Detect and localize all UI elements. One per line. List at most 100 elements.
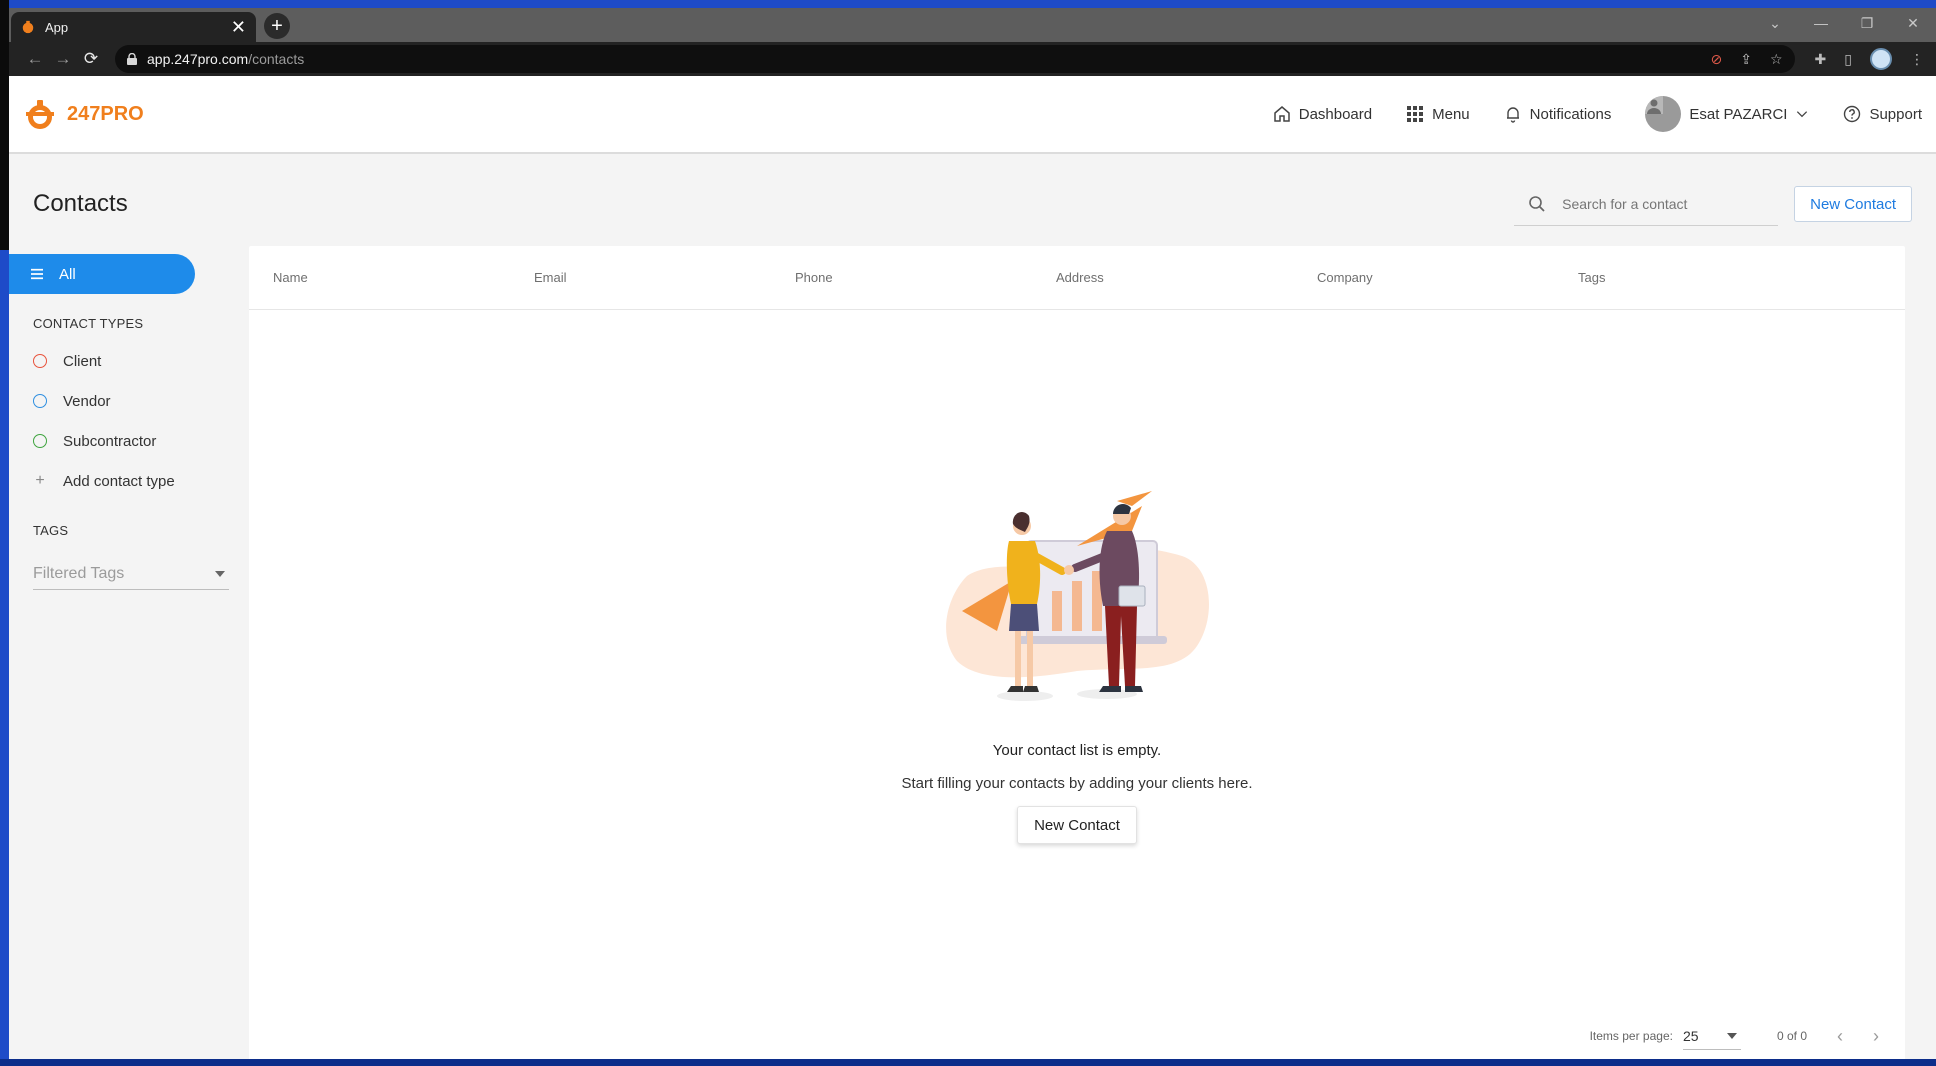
sidebar-item-label: Vendor: [63, 392, 111, 410]
tab-title: App: [45, 19, 69, 35]
items-per-page-label: Items per page:: [1589, 1029, 1673, 1043]
browser-toolbar: ← → ⟳ app.247pro.com/contacts ⊘ ⇪ ☆ ✚ ▯ …: [9, 42, 1936, 76]
lock-icon: [127, 53, 137, 65]
browser-tab[interactable]: App ✕: [11, 12, 256, 42]
empty-state-subtitle: Start filling your contacts by adding yo…: [901, 775, 1253, 792]
subcontractor-ring-icon: [33, 434, 47, 448]
home-icon: [1273, 106, 1290, 122]
tab-search-icon[interactable]: ⌄: [1752, 15, 1798, 32]
sidebar-item-all-label: All: [59, 265, 76, 283]
empty-state: Your contact list is empty. Start fillin…: [249, 486, 1905, 844]
sidebar-item-client[interactable]: Client: [9, 341, 201, 381]
share-icon[interactable]: ⇪: [1740, 51, 1752, 68]
forward-icon[interactable]: →: [49, 49, 77, 69]
filtered-tags-select[interactable]: Filtered Tags: [33, 558, 229, 590]
paginator: Items per page: 25 0 of 0 ‹ ›: [1590, 1016, 1879, 1056]
user-silhouette-icon: [1645, 96, 1664, 114]
sidebar: All CONTACT TYPES Client Vendor Subcontr…: [9, 254, 229, 590]
nav-notifications-label: Notifications: [1529, 105, 1612, 123]
brand-logo[interactable]: 247PRO: [23, 97, 144, 131]
table-header: Name Email Phone Address Company Tags: [249, 246, 1905, 310]
filtered-tags-placeholder: Filtered Tags: [33, 564, 125, 582]
new-tab-button[interactable]: +: [264, 13, 290, 39]
window-controls: ⌄ — ❐ ✕: [1752, 8, 1936, 38]
address-bar[interactable]: app.247pro.com/contacts ⊘ ⇪ ☆: [115, 45, 1795, 73]
next-page-icon[interactable]: ›: [1873, 1026, 1879, 1047]
browser-window: App ✕ + ⌄ — ❐ ✕ ← → ⟳ app.247pro.com/con…: [9, 8, 1936, 1059]
contacts-table-card: Name Email Phone Address Company Tags Yo…: [249, 246, 1905, 1059]
add-contact-type-label: Add contact type: [63, 472, 175, 490]
brand-name: 247PRO: [67, 102, 144, 125]
reload-icon[interactable]: ⟳: [77, 49, 105, 69]
add-contact-type-button[interactable]: + Add contact type: [9, 461, 201, 501]
app-favicon-icon: [22, 20, 34, 34]
search-field[interactable]: [1514, 182, 1779, 226]
app-root: 247PRO Dashboard Menu Notifications Esat…: [9, 76, 1936, 1059]
page-title: Contacts: [33, 190, 128, 217]
nav-support[interactable]: Support: [1843, 105, 1922, 123]
handshake-illustration: [946, 491, 1209, 701]
search-icon: [1529, 195, 1545, 212]
page-range: 0 of 0: [1776, 1029, 1807, 1043]
nav-menu[interactable]: Menu: [1406, 105, 1470, 123]
nav-notifications[interactable]: Notifications: [1504, 105, 1612, 123]
new-contact-empty-button[interactable]: New Contact: [1017, 806, 1137, 844]
dropdown-arrow-icon: [1726, 1032, 1737, 1039]
profile-avatar-icon[interactable]: [1870, 48, 1892, 70]
search-input[interactable]: [1562, 195, 1743, 212]
column-header-name[interactable]: Name: [273, 270, 534, 285]
sidebar-item-label: Subcontractor: [63, 432, 157, 450]
dropdown-arrow-icon: [215, 570, 225, 577]
contact-types-heading: CONTACT TYPES: [33, 316, 144, 331]
chevron-down-icon: [1797, 111, 1808, 118]
browser-menu-icon[interactable]: ⋮: [1910, 51, 1924, 68]
nav-dashboard[interactable]: Dashboard: [1273, 105, 1372, 123]
app-header: 247PRO Dashboard Menu Notifications Esat…: [9, 76, 1936, 154]
help-circle-icon: [1844, 105, 1861, 123]
column-header-tags[interactable]: Tags: [1578, 270, 1839, 285]
avatar: [1645, 96, 1682, 132]
restore-icon[interactable]: ❐: [1844, 15, 1890, 32]
user-menu[interactable]: Esat PAZARCI: [1645, 96, 1809, 132]
bookmark-star-icon[interactable]: ☆: [1770, 51, 1783, 68]
sidebar-item-vendor[interactable]: Vendor: [9, 381, 201, 421]
apps-grid-icon: [1407, 106, 1424, 122]
sidebar-item-all[interactable]: All: [9, 254, 195, 294]
previous-page-icon[interactable]: ‹: [1837, 1026, 1843, 1047]
items-per-page-value: 25: [1682, 1027, 1699, 1044]
page-header: Contacts New Contact: [9, 154, 1936, 254]
bell-icon: [1506, 107, 1519, 123]
plus-icon: +: [35, 472, 45, 489]
desktop-edge: [0, 0, 9, 250]
nav-menu-label: Menu: [1432, 105, 1470, 123]
permission-icon[interactable]: ⊘: [1711, 51, 1723, 68]
column-header-address[interactable]: Address: [1056, 270, 1317, 285]
user-name: Esat PAZARCI: [1689, 105, 1788, 123]
nav-dashboard-label: Dashboard: [1298, 105, 1373, 123]
minimize-icon[interactable]: —: [1798, 15, 1844, 31]
url-path: /contacts: [248, 51, 305, 67]
extensions-icon[interactable]: ✚: [1815, 51, 1827, 68]
close-window-icon[interactable]: ✕: [1890, 15, 1936, 32]
items-per-page-select[interactable]: 25: [1682, 1022, 1741, 1050]
sidebar-item-label: Client: [63, 352, 102, 370]
vendor-ring-icon: [33, 394, 47, 408]
tab-strip: App ✕ + ⌄ — ❐ ✕: [9, 8, 1936, 42]
column-header-email[interactable]: Email: [534, 270, 795, 285]
client-ring-icon: [33, 354, 47, 368]
os-taskbar: [0, 1059, 1936, 1066]
column-header-phone[interactable]: Phone: [795, 270, 1056, 285]
nav-support-label: Support: [1869, 105, 1922, 123]
back-icon[interactable]: ←: [21, 49, 49, 69]
column-header-company[interactable]: Company: [1317, 270, 1578, 285]
list-icon: [31, 268, 43, 280]
empty-state-title: Your contact list is empty.: [992, 742, 1162, 759]
new-contact-header-button[interactable]: New Contact: [1794, 186, 1912, 222]
helmet-logo-icon: [26, 100, 54, 129]
side-panel-icon[interactable]: ▯: [1844, 51, 1852, 68]
tags-heading: TAGS: [33, 523, 69, 538]
desktop-background: [0, 250, 9, 1066]
sidebar-item-subcontractor[interactable]: Subcontractor: [9, 421, 201, 461]
tab-close-icon[interactable]: ✕: [231, 18, 246, 36]
url-host: app.247pro.com: [147, 51, 249, 67]
